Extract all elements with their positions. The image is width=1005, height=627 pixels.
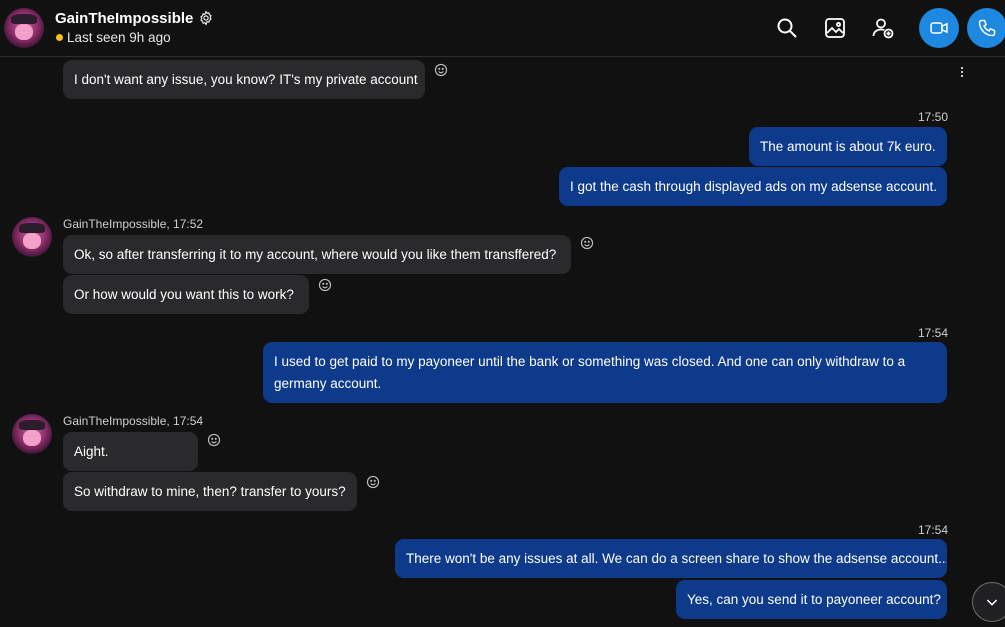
gallery-icon[interactable]: [823, 16, 847, 40]
message-timestamp: 17:54: [918, 523, 949, 537]
sender-avatar[interactable]: [12, 414, 52, 454]
message-timestamp: 17:54: [918, 326, 949, 340]
chat-header: GainTheImpossible Last seen 9h ago: [0, 0, 1005, 57]
audio-call-button[interactable]: [967, 8, 1005, 48]
sender-avatar[interactable]: [12, 217, 52, 257]
message-bubble[interactable]: Or how would you want this to work?: [63, 275, 309, 314]
message-bubble[interactable]: I don't want any issue, you know? IT's m…: [63, 60, 425, 99]
message-bubble[interactable]: The amount is about 7k euro.: [749, 127, 947, 166]
presence-text: Last seen 9h ago: [67, 30, 171, 45]
message-bubble[interactable]: Aight.: [63, 432, 198, 471]
contact-name[interactable]: GainTheImpossible: [55, 10, 193, 27]
search-icon[interactable]: [775, 16, 799, 40]
message-bubble[interactable]: Yes, can you send it to payoneer account…: [676, 580, 947, 619]
video-call-button[interactable]: [919, 8, 959, 48]
message-bubble[interactable]: I got the cash through displayed ads on …: [559, 167, 947, 206]
add-person-icon[interactable]: [871, 16, 895, 40]
phone-icon: [978, 19, 996, 37]
scroll-to-bottom-button[interactable]: [972, 582, 1005, 622]
message-bubble[interactable]: I used to get paid to my payoneer until …: [263, 342, 947, 403]
contact-avatar[interactable]: [4, 8, 44, 48]
gear-icon[interactable]: [198, 10, 214, 26]
sender-name-time: GainTheImpossible, 17:52: [63, 217, 204, 231]
add-reaction-icon[interactable]: [318, 278, 332, 292]
add-reaction-icon[interactable]: [366, 475, 380, 489]
add-reaction-icon[interactable]: [434, 63, 448, 77]
add-reaction-icon[interactable]: [207, 433, 221, 447]
chevron-down-icon: [986, 599, 998, 606]
message-timestamp: 17:50: [918, 110, 949, 124]
video-call-icon: [930, 22, 948, 34]
presence-status-dot: [56, 34, 63, 41]
add-reaction-icon[interactable]: [580, 236, 594, 250]
sender-name-time: GainTheImpossible, 17:54: [63, 414, 204, 428]
more-options-icon[interactable]: [958, 66, 966, 78]
message-bubble[interactable]: There won't be any issues at all. We can…: [395, 539, 947, 578]
message-bubble[interactable]: Ok, so after transferring it to my accou…: [63, 235, 571, 274]
message-bubble[interactable]: So withdraw to mine, then? transfer to y…: [63, 472, 357, 511]
